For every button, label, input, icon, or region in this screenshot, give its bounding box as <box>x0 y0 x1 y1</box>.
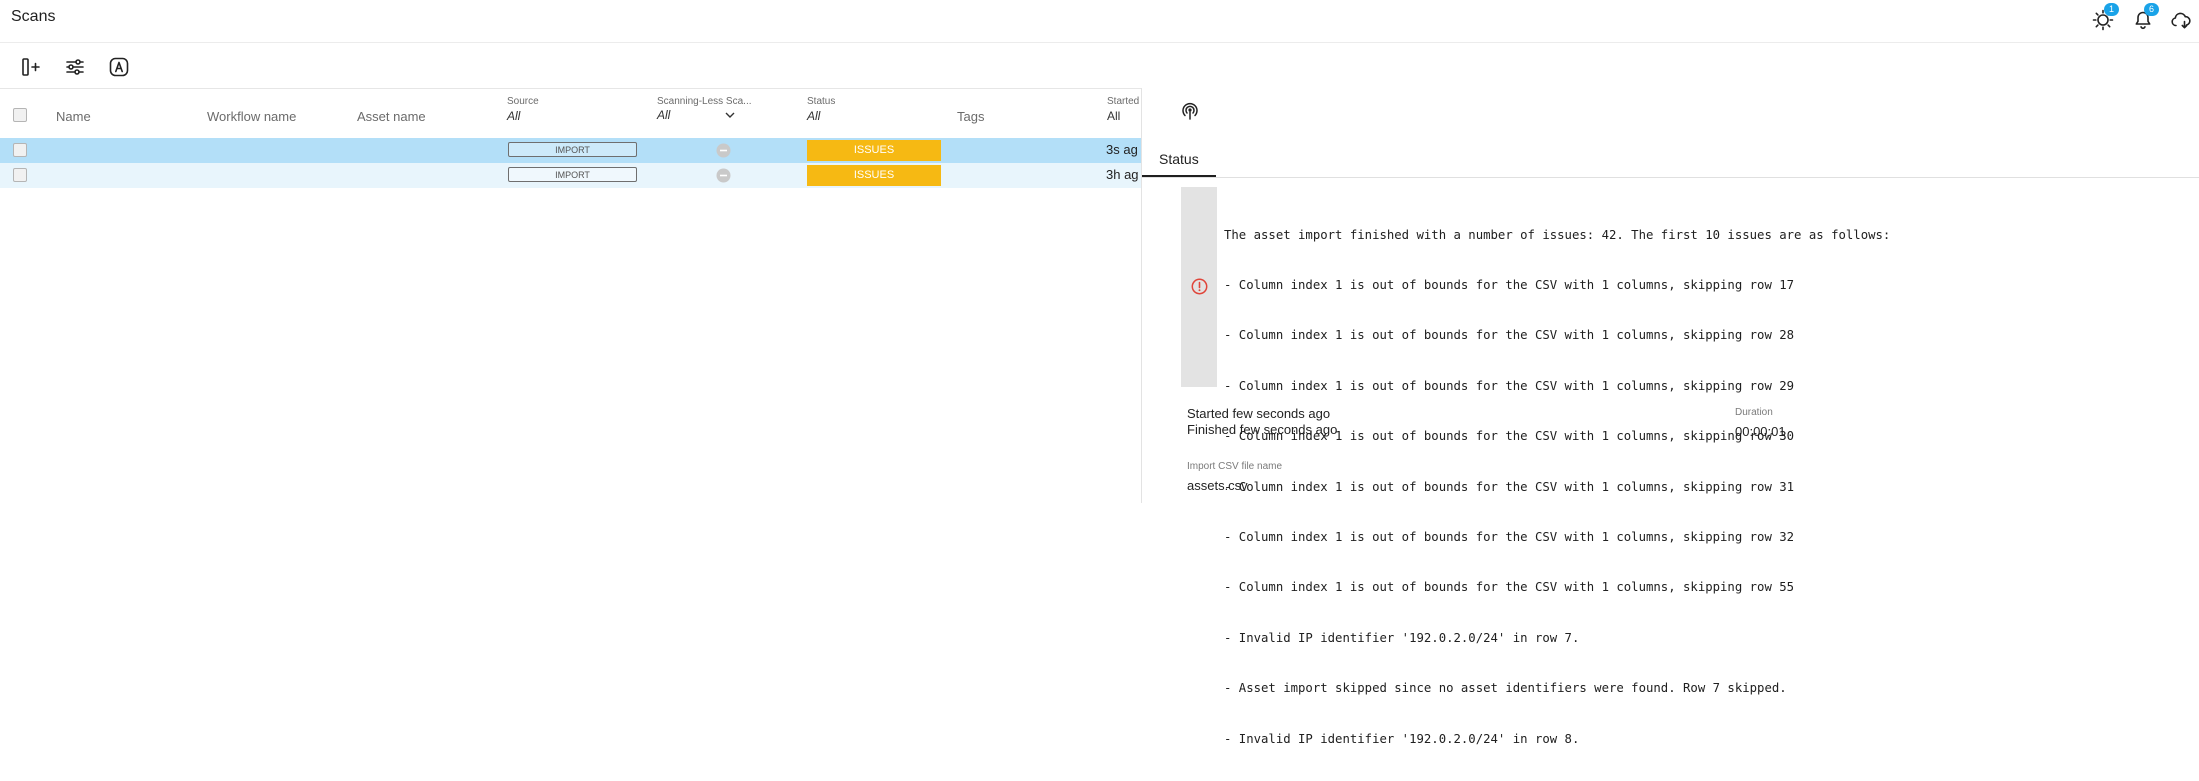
row-checkbox[interactable] <box>13 143 27 157</box>
bell-icon[interactable]: 6 <box>2128 3 2159 35</box>
source-tag: IMPORT <box>508 167 637 182</box>
column-name[interactable]: Name <box>56 109 91 124</box>
column-workflow-name[interactable]: Workflow name <box>207 109 296 124</box>
issue-line: - Column index 1 is out of bounds for th… <box>1224 580 1795 595</box>
issue-gutter <box>1181 187 1217 387</box>
app-title: Scans <box>11 8 56 25</box>
sun-settings-icon[interactable]: 1 <box>2088 3 2119 35</box>
chevron-down-icon[interactable] <box>724 111 736 119</box>
row-checkbox[interactable] <box>13 168 27 182</box>
table-row[interactable]: IMPORT ISSUES 3h ag <box>0 163 1141 188</box>
started-text: Started few seconds ago <box>1187 406 1331 421</box>
source-tag: IMPORT <box>508 142 637 157</box>
issue-line: - Column index 1 is out of bounds for th… <box>1224 277 1795 292</box>
select-all-checkbox[interactable] <box>13 108 27 122</box>
column-started[interactable]: Started <box>1107 96 1139 107</box>
notification-badge: 1 <box>2104 3 2119 16</box>
issues-box: The asset import finished with a number … <box>1181 187 2199 746</box>
issue-line: - Asset import skipped since no asset id… <box>1224 681 1787 696</box>
table-row[interactable]: IMPORT ISSUES 3s ag <box>0 138 1141 163</box>
top-bar: Scans 1 6 <box>0 0 2199 43</box>
minus-circle-icon <box>716 168 731 183</box>
scans-table: Name Workflow name Asset name Source All… <box>0 88 1141 503</box>
detail-panel: Status The asset import finished with a … <box>1141 88 2199 746</box>
duration-value: 00:00:01 <box>1735 424 1786 439</box>
add-panel-icon[interactable] <box>16 52 46 82</box>
finished-text: Finished few seconds ago <box>1187 422 1338 437</box>
status-badge: ISSUES <box>807 165 941 186</box>
started-filter[interactable]: All <box>1107 109 1120 123</box>
column-status[interactable]: Status <box>807 96 835 107</box>
issue-line: - Column index 1 is out of bounds for th… <box>1224 529 1795 544</box>
column-asset-name[interactable]: Asset name <box>357 109 426 124</box>
status-badge: ISSUES <box>807 140 941 161</box>
notification-badge: 6 <box>2144 3 2159 16</box>
a-badge-icon[interactable] <box>104 52 134 82</box>
issue-line: - Column index 1 is out of bounds for th… <box>1224 328 1795 343</box>
table-header: Name Workflow name Asset name Source All… <box>0 88 1141 140</box>
panel-tabs: Status <box>1142 145 2199 178</box>
broadcast-icon <box>1182 102 1198 120</box>
column-scanning-less[interactable]: Scanning-Less Sca... <box>657 96 752 107</box>
column-source[interactable]: Source <box>507 96 539 107</box>
duration-label: Duration <box>1735 407 1773 418</box>
started-value: 3h ag <box>1106 167 1139 182</box>
tab-status-label: Status <box>1159 151 1199 167</box>
error-icon <box>1191 278 1208 295</box>
issue-line: - Invalid IP identifier '192.0.2.0/24' i… <box>1224 731 1580 746</box>
issue-line: - Column index 1 is out of bounds for th… <box>1224 479 1795 494</box>
sliders-icon[interactable] <box>60 52 90 82</box>
cloud-icon[interactable] <box>2166 5 2196 35</box>
issue-messages: The asset import finished with a number … <box>1224 193 1890 781</box>
scanning-less-filter[interactable]: All <box>657 108 670 122</box>
tab-status[interactable]: Status <box>1142 145 1216 177</box>
column-tags[interactable]: Tags <box>957 109 984 124</box>
file-value: assets.csv <box>1187 478 1248 493</box>
issue-line: The asset import finished with a number … <box>1224 227 1891 242</box>
minus-circle-icon <box>716 143 731 158</box>
started-value: 3s ag <box>1106 142 1138 157</box>
issue-line: - Invalid IP identifier '192.0.2.0/24' i… <box>1224 630 1580 645</box>
status-filter[interactable]: All <box>807 109 820 123</box>
issue-line: - Column index 1 is out of bounds for th… <box>1224 378 1795 393</box>
source-filter[interactable]: All <box>507 109 520 123</box>
file-label: Import CSV file name <box>1187 461 1283 472</box>
